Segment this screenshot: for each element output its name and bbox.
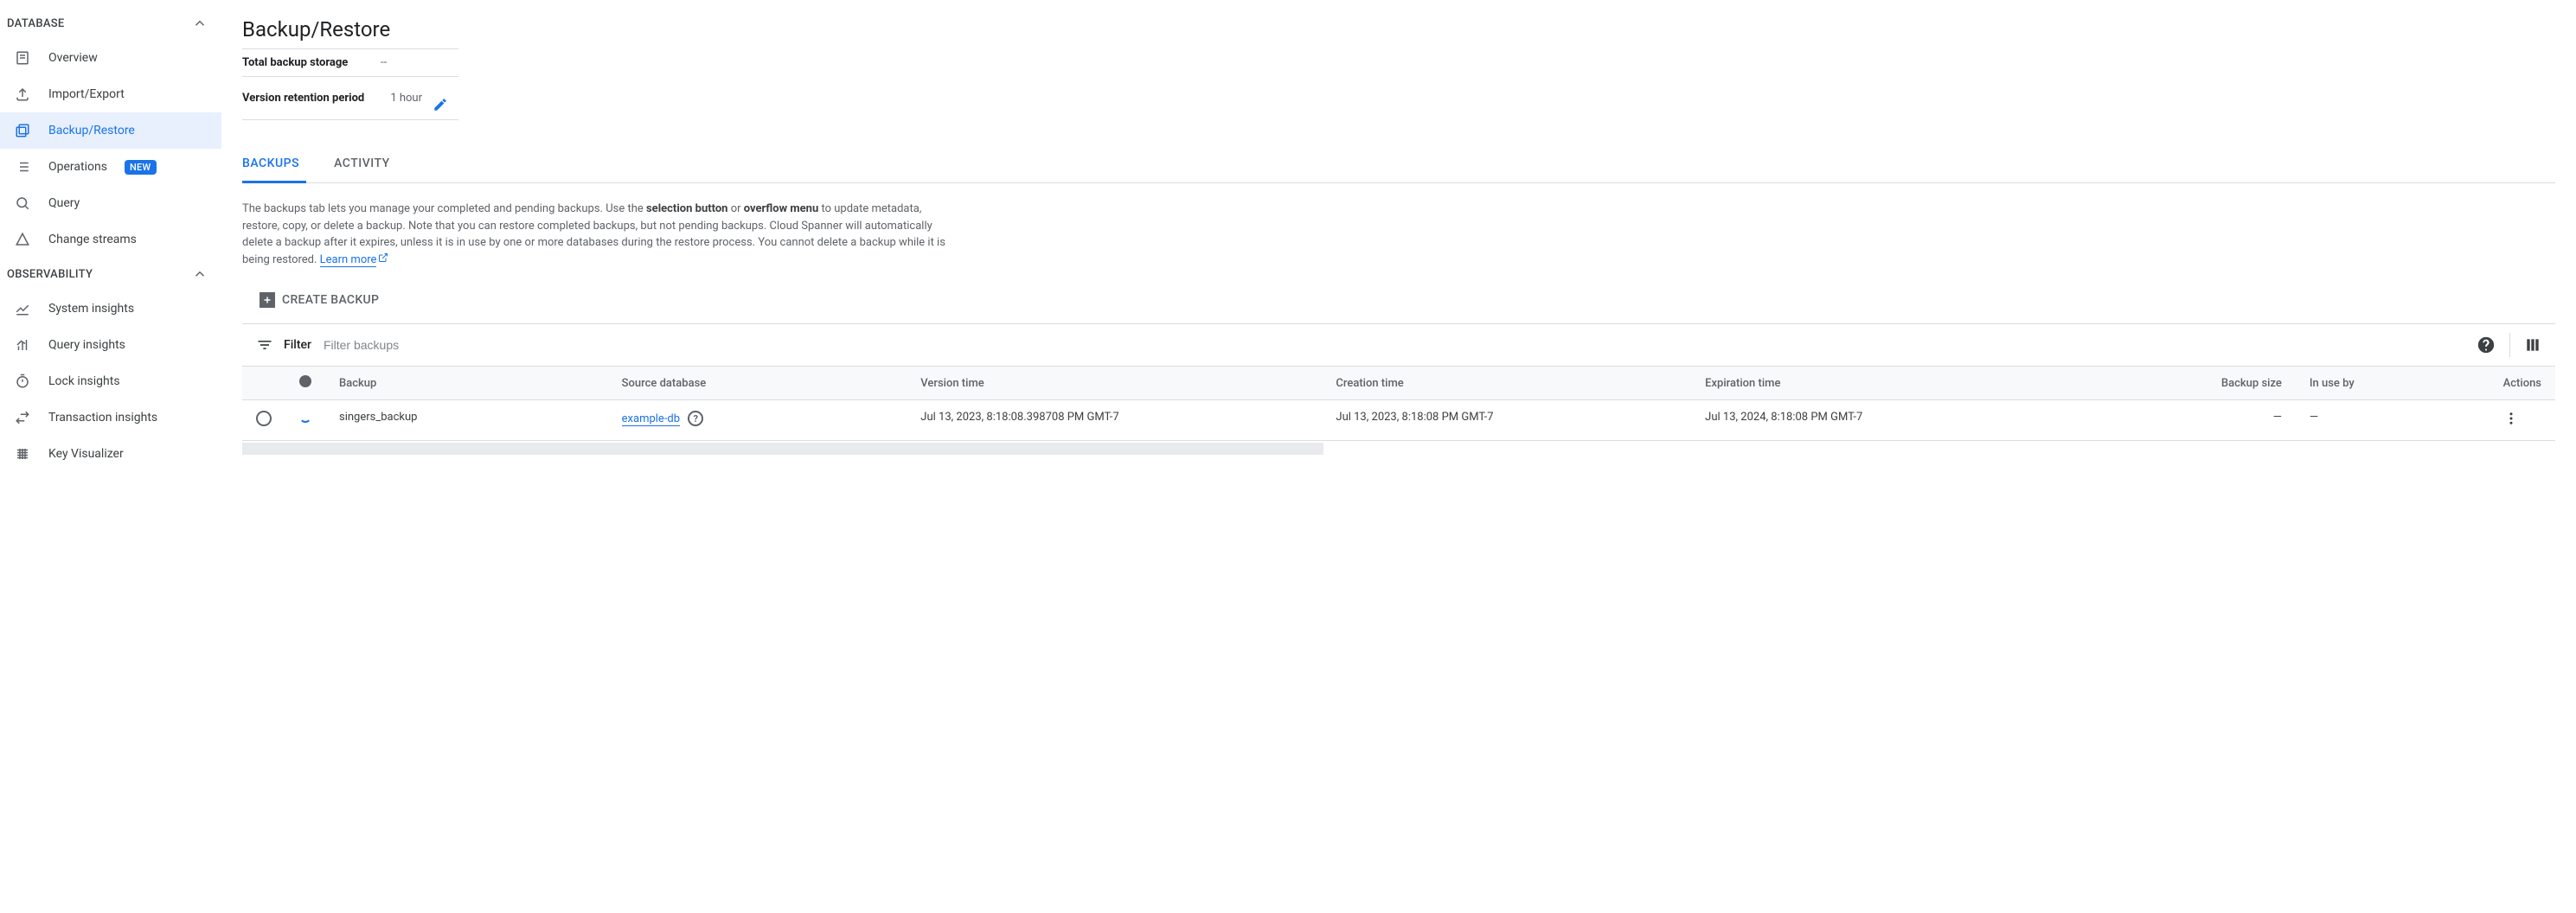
page-title: Backup/Restore bbox=[242, 17, 2555, 42]
cell-expiration-time: Jul 13, 2024, 8:18:08 PM GMT-7 bbox=[1691, 400, 2060, 441]
search-icon bbox=[14, 195, 31, 211]
col-version-time[interactable]: Version time bbox=[907, 367, 1322, 400]
cell-in-use-by: — bbox=[2296, 400, 2489, 441]
tabs: BACKUPS ACTIVITY bbox=[242, 146, 2555, 183]
help-badge-icon[interactable]: ? bbox=[688, 411, 703, 426]
sidebar-item-label: Transaction insights bbox=[48, 411, 157, 425]
col-actions: Actions bbox=[2489, 367, 2555, 400]
row-actions-menu[interactable] bbox=[2503, 411, 2541, 426]
cell-actions bbox=[2489, 400, 2555, 441]
sidebar-item-label: Backup/Restore bbox=[48, 124, 135, 137]
create-backup-label: CREATE BACKUP bbox=[282, 293, 379, 307]
info-value: 1 hour bbox=[381, 77, 433, 120]
info-table: Total backup storage -- Version retentio… bbox=[242, 48, 458, 120]
sidebar-item-label: Import/Export bbox=[48, 87, 125, 101]
info-row-storage: Total backup storage -- bbox=[242, 49, 458, 77]
tab-backups[interactable]: BACKUPS bbox=[242, 146, 306, 183]
chevron-up-icon bbox=[192, 16, 208, 31]
nav-section-observability[interactable]: OBSERVABILITY bbox=[0, 258, 221, 290]
nav-section-label: OBSERVABILITY bbox=[7, 268, 93, 281]
sidebar-item-overview[interactable]: Overview bbox=[0, 40, 221, 76]
external-link-icon bbox=[378, 253, 388, 265]
col-select bbox=[242, 367, 285, 400]
cell-creation-time: Jul 13, 2023, 8:18:08 PM GMT-7 bbox=[1322, 400, 1691, 441]
bar-chart-icon bbox=[14, 337, 31, 353]
sidebar-item-label: Change streams bbox=[48, 233, 137, 246]
sidebar-item-label: Lock insights bbox=[48, 374, 120, 388]
upload-icon bbox=[14, 86, 31, 102]
sidebar: DATABASE Overview Import/Export Backup/R… bbox=[0, 0, 221, 472]
help-icon[interactable] bbox=[2477, 335, 2496, 354]
change-icon bbox=[14, 232, 31, 247]
nav-section-database[interactable]: DATABASE bbox=[0, 7, 221, 40]
backups-table: Backup Source database Version time Crea… bbox=[242, 367, 2555, 441]
source-db-link[interactable]: example-db bbox=[622, 412, 680, 426]
plus-icon bbox=[260, 292, 275, 308]
sidebar-item-label: Overview bbox=[48, 51, 98, 65]
overview-icon bbox=[14, 50, 31, 66]
sidebar-item-change-streams[interactable]: Change streams bbox=[0, 221, 221, 258]
col-backup[interactable]: Backup bbox=[325, 367, 608, 400]
col-source[interactable]: Source database bbox=[608, 367, 907, 400]
cell-backup: singers_backup bbox=[325, 400, 608, 441]
sidebar-item-query-insights[interactable]: Query insights bbox=[0, 327, 221, 363]
filter-bar: Filter bbox=[242, 324, 2555, 367]
col-status bbox=[285, 367, 325, 400]
new-badge: NEW bbox=[125, 160, 157, 175]
line-chart-icon bbox=[14, 301, 31, 316]
edit-icon[interactable] bbox=[433, 97, 448, 112]
radio-icon bbox=[256, 411, 272, 426]
filter-icon[interactable] bbox=[256, 336, 273, 354]
info-label: Version retention period bbox=[242, 77, 381, 120]
sidebar-item-system-insights[interactable]: System insights bbox=[0, 290, 221, 327]
cell-source: example-db ? bbox=[608, 400, 907, 441]
horizontal-scrollbar[interactable] bbox=[242, 443, 1323, 455]
col-backup-size[interactable]: Backup size bbox=[2060, 367, 2296, 400]
nav-section-label: DATABASE bbox=[7, 17, 65, 30]
tab-activity[interactable]: ACTIVITY bbox=[334, 146, 397, 183]
divider bbox=[2509, 333, 2510, 357]
sidebar-item-label: Query insights bbox=[48, 338, 125, 352]
sidebar-item-backup-restore[interactable]: Backup/Restore bbox=[0, 112, 221, 149]
sidebar-item-lock-insights[interactable]: Lock insights bbox=[0, 363, 221, 399]
grid-icon bbox=[14, 446, 31, 462]
sidebar-item-label: Operations bbox=[48, 160, 107, 174]
table-row: singers_backup example-db ? Jul 13, 2023… bbox=[242, 400, 2555, 441]
info-label: Total backup storage bbox=[242, 49, 381, 77]
main-content: Backup/Restore Total backup storage -- V… bbox=[221, 0, 2576, 472]
row-status bbox=[285, 400, 325, 441]
sidebar-item-key-visualizer[interactable]: Key Visualizer bbox=[0, 436, 221, 472]
columns-icon[interactable] bbox=[2524, 336, 2541, 354]
info-value: -- bbox=[381, 49, 433, 77]
stopwatch-icon bbox=[14, 374, 31, 389]
sidebar-item-transaction-insights[interactable]: Transaction insights bbox=[0, 399, 221, 436]
sidebar-item-import-export[interactable]: Import/Export bbox=[0, 76, 221, 112]
spinner-icon bbox=[299, 411, 311, 423]
backup-icon bbox=[14, 123, 31, 138]
table-section: Filter Backup Source database Ver bbox=[242, 323, 2555, 455]
learn-more-link[interactable]: Learn more bbox=[320, 253, 377, 267]
col-creation-time[interactable]: Creation time bbox=[1322, 367, 1691, 400]
row-select[interactable] bbox=[242, 400, 285, 441]
swap-icon bbox=[14, 410, 31, 425]
col-expiration-time[interactable]: Expiration time bbox=[1691, 367, 2060, 400]
sidebar-item-label: System insights bbox=[48, 302, 134, 316]
sidebar-item-label: Key Visualizer bbox=[48, 447, 124, 461]
create-backup-button[interactable]: CREATE BACKUP bbox=[249, 285, 389, 315]
cell-version-time: Jul 13, 2023, 8:18:08.398708 PM GMT-7 bbox=[907, 400, 1322, 441]
col-in-use-by[interactable]: In use by bbox=[2296, 367, 2489, 400]
status-dot-icon bbox=[299, 375, 311, 387]
sidebar-item-operations[interactable]: Operations NEW bbox=[0, 149, 221, 185]
filter-label: Filter bbox=[284, 338, 311, 352]
cell-backup-size: — bbox=[2060, 400, 2296, 441]
chevron-up-icon bbox=[192, 266, 208, 282]
sidebar-item-query[interactable]: Query bbox=[0, 185, 221, 221]
sidebar-item-label: Query bbox=[48, 196, 80, 210]
info-row-retention: Version retention period 1 hour bbox=[242, 77, 458, 120]
description-text: The backups tab lets you manage your com… bbox=[242, 201, 952, 268]
list-icon bbox=[14, 159, 31, 175]
filter-input[interactable] bbox=[322, 337, 2466, 353]
